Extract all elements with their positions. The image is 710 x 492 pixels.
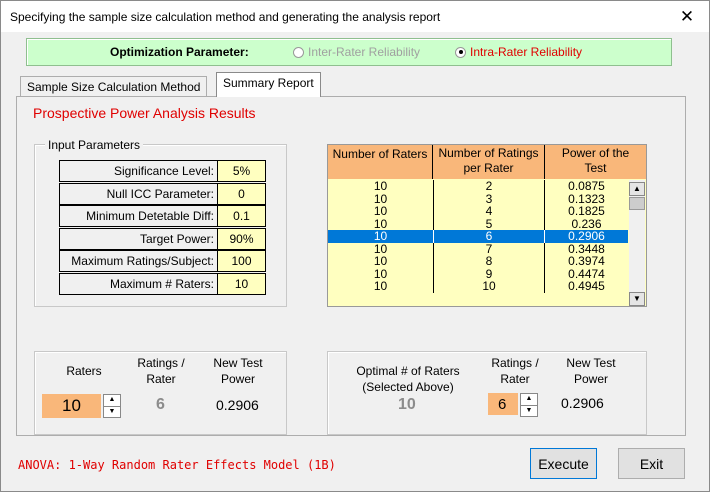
param-label: Null ICC Parameter: [59, 182, 218, 205]
scroll-thumb[interactable] [629, 197, 645, 210]
input-parameters-title: Input Parameters [45, 138, 144, 152]
raters-label: Raters [66, 364, 102, 378]
scroll-down-icon[interactable]: ▼ [629, 292, 645, 306]
radio-intra-rater[interactable]: Intra-Rater Reliability [455, 45, 582, 59]
param-label: Significance Level: [59, 160, 218, 182]
spin-down-icon[interactable]: ▼ [104, 406, 120, 417]
ratings-per-rater-value: 6 [156, 396, 165, 413]
raters-spinner[interactable]: ▲ ▼ [103, 394, 121, 418]
param-label: Maximum Ratings/Subject: [59, 250, 218, 273]
table-cell: 0.4945 [568, 279, 605, 293]
results-scrollbar[interactable]: ▲ ▼ [629, 180, 645, 306]
optimal-ratings-spinner[interactable]: ▲ ▼ [520, 393, 538, 417]
table-row[interactable]: 10 2 0.0875 [328, 180, 628, 193]
report-heading: Prospective Power Analysis Results [33, 105, 256, 121]
param-value: 0 [218, 182, 266, 205]
param-row: Minimum Detetable Diff: 0.1 [59, 205, 266, 228]
tab-sample-size-method[interactable]: Sample Size Calculation Method [20, 76, 208, 96]
param-label: Target Power: [59, 227, 218, 250]
optimal-raters-label: Optimal # of Raters (Selected Above) [356, 364, 460, 394]
param-value: 100 [218, 250, 266, 273]
optimization-label: Optimization Parameter: [110, 45, 249, 59]
param-value: 10 [218, 273, 266, 295]
table-cell: 10 [373, 204, 388, 218]
table-cell: 6 [433, 230, 545, 243]
table-cell: 10 [433, 280, 545, 293]
header-ratings-per-rater: Number of Ratings per Rater [433, 145, 545, 179]
param-row: Maximum # Raters: 10 [59, 273, 266, 295]
dialog-window: Specifying the sample size calculation m… [0, 0, 710, 492]
param-value: 5% [218, 160, 266, 182]
spin-up-icon[interactable]: ▲ [521, 394, 537, 405]
table-cell: 0.3974 [568, 254, 605, 268]
close-icon[interactable]: ✕ [665, 1, 709, 32]
table-row[interactable]: 10 4 0.1825 [328, 205, 628, 218]
param-row: Target Power: 90% [59, 227, 266, 250]
table-cell: 10 [373, 229, 388, 243]
optimal-power-label: New Test Power [566, 356, 616, 386]
table-cell: 0.1825 [568, 204, 605, 218]
exit-button[interactable]: Exit [618, 448, 685, 479]
radio-inter-rater[interactable]: Inter-Rater Reliability [293, 45, 420, 59]
optimization-parameter-bar: Optimization Parameter: Inter-Rater Reli… [26, 38, 672, 66]
optimal-ratings-input[interactable]: 6 [488, 393, 518, 415]
new-test-power-label: New Test Power [213, 356, 263, 386]
new-test-power-value: 0.2906 [216, 397, 259, 413]
table-row[interactable]: 10 10 0.4945 [328, 280, 628, 293]
param-row: Null ICC Parameter: 0 [59, 182, 266, 205]
header-number-of-raters: Number of Raters [328, 145, 433, 179]
radio-dot-selected-icon [455, 46, 466, 58]
param-value: 0.1 [218, 205, 266, 228]
param-value: 90% [218, 227, 266, 250]
window-title: Specifying the sample size calculation m… [10, 10, 441, 24]
table-cell: 10 [373, 254, 388, 268]
header-power-of-test: Power of the Test [561, 146, 630, 175]
table-row[interactable]: 10 8 0.3974 [328, 255, 628, 268]
model-description: ANOVA: 1-Way Random Rater Effects Model … [18, 458, 336, 472]
param-row: Significance Level: 5% [59, 160, 266, 182]
spin-down-icon[interactable]: ▼ [521, 405, 537, 416]
param-label: Maximum # Raters: [59, 273, 218, 295]
table-cell: 0.0875 [568, 180, 605, 193]
optimal-power-value: 0.2906 [561, 395, 604, 411]
optimal-ratings-label: Ratings / Rater [491, 356, 539, 386]
table-cell: 4 [433, 205, 545, 218]
table-row[interactable]: 10 6 0.2906 [328, 230, 628, 243]
optimal-raters-value: 10 [398, 396, 416, 413]
table-cell: 8 [433, 255, 545, 268]
spin-up-icon[interactable]: ▲ [104, 395, 120, 406]
param-label: Minimum Detetable Diff: [59, 205, 218, 228]
scroll-up-icon[interactable]: ▲ [629, 182, 645, 196]
table-cell: 2 [433, 180, 545, 193]
results-table: Number of Raters Number of Ratings per Ra… [327, 144, 647, 307]
results-table-body[interactable]: 10 2 0.0875 10 3 0.1323 10 4 0.1825 10 5 0.236 10 6 0.… [328, 180, 628, 306]
radio-inter-rater-label: Inter-Rater Reliability [308, 45, 421, 59]
table-cell: 10 [373, 279, 388, 293]
raters-input[interactable]: 10 [42, 394, 101, 418]
radio-dot-icon [293, 46, 304, 58]
table-cell: 0.2906 [568, 229, 605, 243]
title-bar: Specifying the sample size calculation m… [1, 1, 709, 32]
tab-summary-report[interactable]: Summary Report [216, 72, 321, 97]
execute-button[interactable]: Execute [530, 448, 597, 479]
table-cell: 10 [373, 180, 388, 193]
results-table-header: Number of Raters Number of Ratings per Ra… [328, 145, 646, 179]
radio-intra-rater-label: Intra-Rater Reliability [470, 45, 583, 59]
param-row: Maximum Ratings/Subject: 100 [59, 250, 266, 273]
ratings-per-rater-label: Ratings / Rater [137, 356, 185, 386]
